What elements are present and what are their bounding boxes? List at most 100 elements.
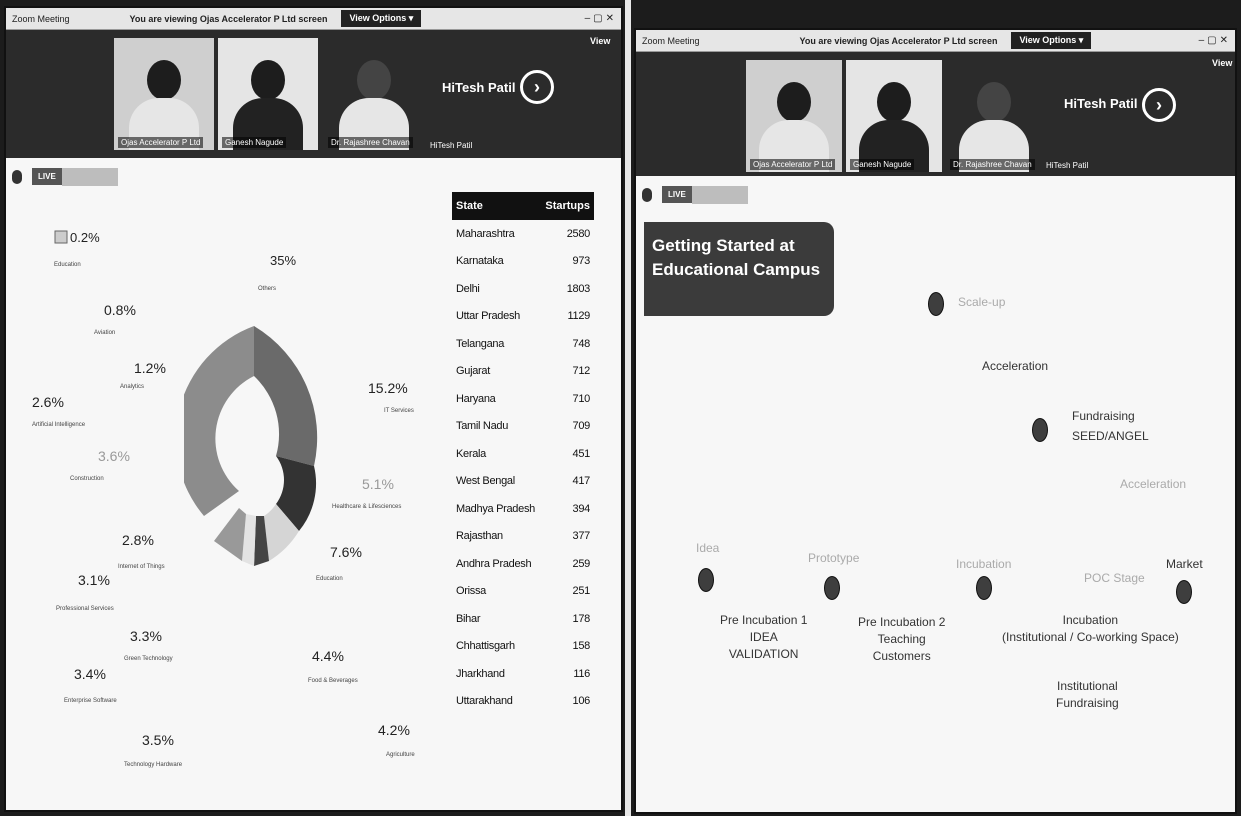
stage-description: Pre Incubation 1 IDEA VALIDATION	[720, 612, 807, 663]
participant-name: Ojas Accelerator P Ltd	[118, 137, 204, 148]
table-row: Tamil Nadu 709	[452, 413, 594, 441]
table-row: Rajasthan 377	[452, 523, 594, 551]
sector-name: Professional Services	[56, 606, 114, 612]
sector-name: Food & Beverages	[308, 678, 358, 684]
table-row: Uttarakhand 106	[452, 688, 594, 716]
stage-marker	[976, 576, 992, 600]
slide-title-line: Getting Started at	[652, 236, 795, 255]
state-cell: Tamil Nadu	[456, 420, 509, 433]
startups-cell: 709	[572, 420, 591, 433]
featured-participant-name: HiTesh Patil	[442, 80, 516, 95]
participant-tile[interactable]: Dr. Rajashree Chavan	[324, 38, 424, 150]
right-zoom-window: Zoom Meeting You are viewing Ojas Accele…	[634, 28, 1237, 814]
slide-title: Getting Started at Educational Campus	[644, 222, 834, 316]
state-cell: Maharashtra	[456, 227, 515, 240]
person-silhouette	[147, 60, 181, 100]
featured-participant-name: HiTesh Patil	[1064, 96, 1138, 111]
donut-segment-others	[254, 326, 318, 466]
sector-icon	[54, 230, 68, 244]
participant-name: Ojas Accelerator P Ltd	[750, 159, 836, 170]
sector-name: Enterprise Software	[64, 698, 117, 704]
participant-tile[interactable]: Dr. Rajashree Chavan	[946, 60, 1042, 172]
participant-name: Dr. Rajashree Chavan	[328, 137, 413, 148]
view-options-button[interactable]: View Options ▾	[1011, 32, 1092, 49]
sector-percentage: 4.2%	[378, 722, 410, 738]
stage-description-line: IDEA	[749, 630, 778, 644]
participant-name: Ganesh Nagude	[850, 159, 915, 170]
state-cell: Rajasthan	[456, 530, 503, 543]
left-titlebar: Zoom Meeting You are viewing Ojas Accele…	[6, 8, 621, 30]
sector-percentage: 5.1%	[362, 476, 394, 492]
participant-strip: Ojas Accelerator P Ltd Ganesh Nagude Dr.…	[6, 30, 621, 158]
state-cell: Kerala	[456, 447, 486, 460]
window-title: Zoom Meeting	[642, 35, 700, 46]
state-cell: Bihar	[456, 612, 481, 625]
startups-cell: 1803	[566, 282, 591, 295]
left-zoom-window: Zoom Meeting You are viewing Ojas Accele…	[4, 6, 623, 812]
participant-tile[interactable]: Ganesh Nagude	[218, 38, 318, 150]
table-row: Gujarat 712	[452, 358, 594, 386]
participant-tile[interactable]: Ojas Accelerator P Ltd	[746, 60, 842, 172]
window-controls[interactable]: –▢✕	[585, 13, 617, 24]
participant-tile[interactable]: Ojas Accelerator P Ltd	[114, 38, 214, 150]
state-cell: Jharkhand	[456, 667, 505, 680]
startups-cell: 377	[572, 530, 591, 543]
state-startups-table: State Startups Maharashtra 2580 Karnataka 9…	[452, 192, 594, 715]
view-options-button[interactable]: View Options ▾	[341, 10, 422, 27]
slide-title-line: Educational Campus	[652, 260, 821, 279]
sector-percentage: 7.6%	[330, 544, 362, 560]
table-row: Maharashtra 2580	[452, 220, 594, 248]
participant-name: Ganesh Nagude	[222, 137, 287, 148]
state-cell: Orissa	[456, 585, 486, 598]
person-silhouette	[357, 60, 391, 100]
table-row: Bihar 178	[452, 605, 594, 633]
stage-label: POC Stage	[1084, 571, 1145, 585]
state-cell: Karnataka	[456, 255, 504, 268]
startups-cell: 451	[572, 447, 591, 460]
sector-percentage: 4.4%	[312, 648, 344, 664]
sector-percentage: 1.2%	[134, 360, 166, 376]
stage-marker	[1032, 418, 1048, 442]
view-button[interactable]: View	[1212, 58, 1232, 68]
view-button[interactable]: View	[590, 36, 610, 46]
window-title: Zoom Meeting	[12, 13, 70, 24]
table-row: Uttar Pradesh 1129	[452, 303, 594, 331]
sidebar-toggle-icon[interactable]	[12, 170, 22, 184]
live-dropdown[interactable]	[62, 168, 118, 186]
stage-label: Fundraising	[1072, 409, 1135, 423]
sector-percentage: 3.4%	[74, 666, 106, 682]
startups-cell: 158	[572, 640, 591, 653]
state-cell: West Bengal	[456, 475, 515, 488]
participant-tile[interactable]: Ganesh Nagude	[846, 60, 942, 172]
sector-name: Aviation	[94, 330, 116, 336]
table-row: Jharkhand 116	[452, 660, 594, 688]
sector-percentage: 0.8%	[104, 302, 136, 318]
right-titlebar: Zoom Meeting You are viewing Ojas Accele…	[636, 30, 1235, 52]
next-page-icon[interactable]: ›	[1142, 88, 1176, 122]
window-controls[interactable]: –▢✕	[1199, 35, 1231, 46]
live-dropdown[interactable]	[692, 186, 748, 204]
state-cell: Uttar Pradesh	[456, 310, 520, 323]
stage-marker	[698, 568, 714, 592]
state-cell: Gujarat	[456, 365, 490, 378]
sector-donut-chart	[184, 326, 318, 566]
stage-description-line: Incubation	[1062, 613, 1119, 627]
startups-cell: 116	[573, 667, 590, 680]
sidebar-toggle-icon[interactable]	[642, 188, 652, 202]
sector-name: Technology Hardware	[124, 762, 183, 768]
stage-description: Institutional Fundraising	[1056, 678, 1119, 712]
column-header-startups: Startups	[545, 200, 590, 212]
viewing-notice: You are viewing Ojas Accelerator P Ltd s…	[129, 13, 328, 24]
sector-percentage: 15.2%	[368, 380, 408, 396]
table-row: Haryana 710	[452, 385, 594, 413]
table-row: Madhya Pradesh 394	[452, 495, 594, 523]
participant-name: HiTesh Patil	[430, 141, 473, 150]
startups-cell: 259	[572, 557, 591, 570]
shared-screen-content: LIVE 0.2% Education 35% Others 0.8% Avia…	[6, 158, 621, 810]
next-page-icon[interactable]: ›	[520, 70, 554, 104]
person-silhouette	[251, 60, 285, 100]
table-row: Telangana 748	[452, 330, 594, 358]
viewing-notice: You are viewing Ojas Accelerator P Ltd s…	[799, 35, 998, 46]
live-badge: LIVE	[32, 168, 62, 185]
startups-cell: 710	[572, 392, 591, 405]
